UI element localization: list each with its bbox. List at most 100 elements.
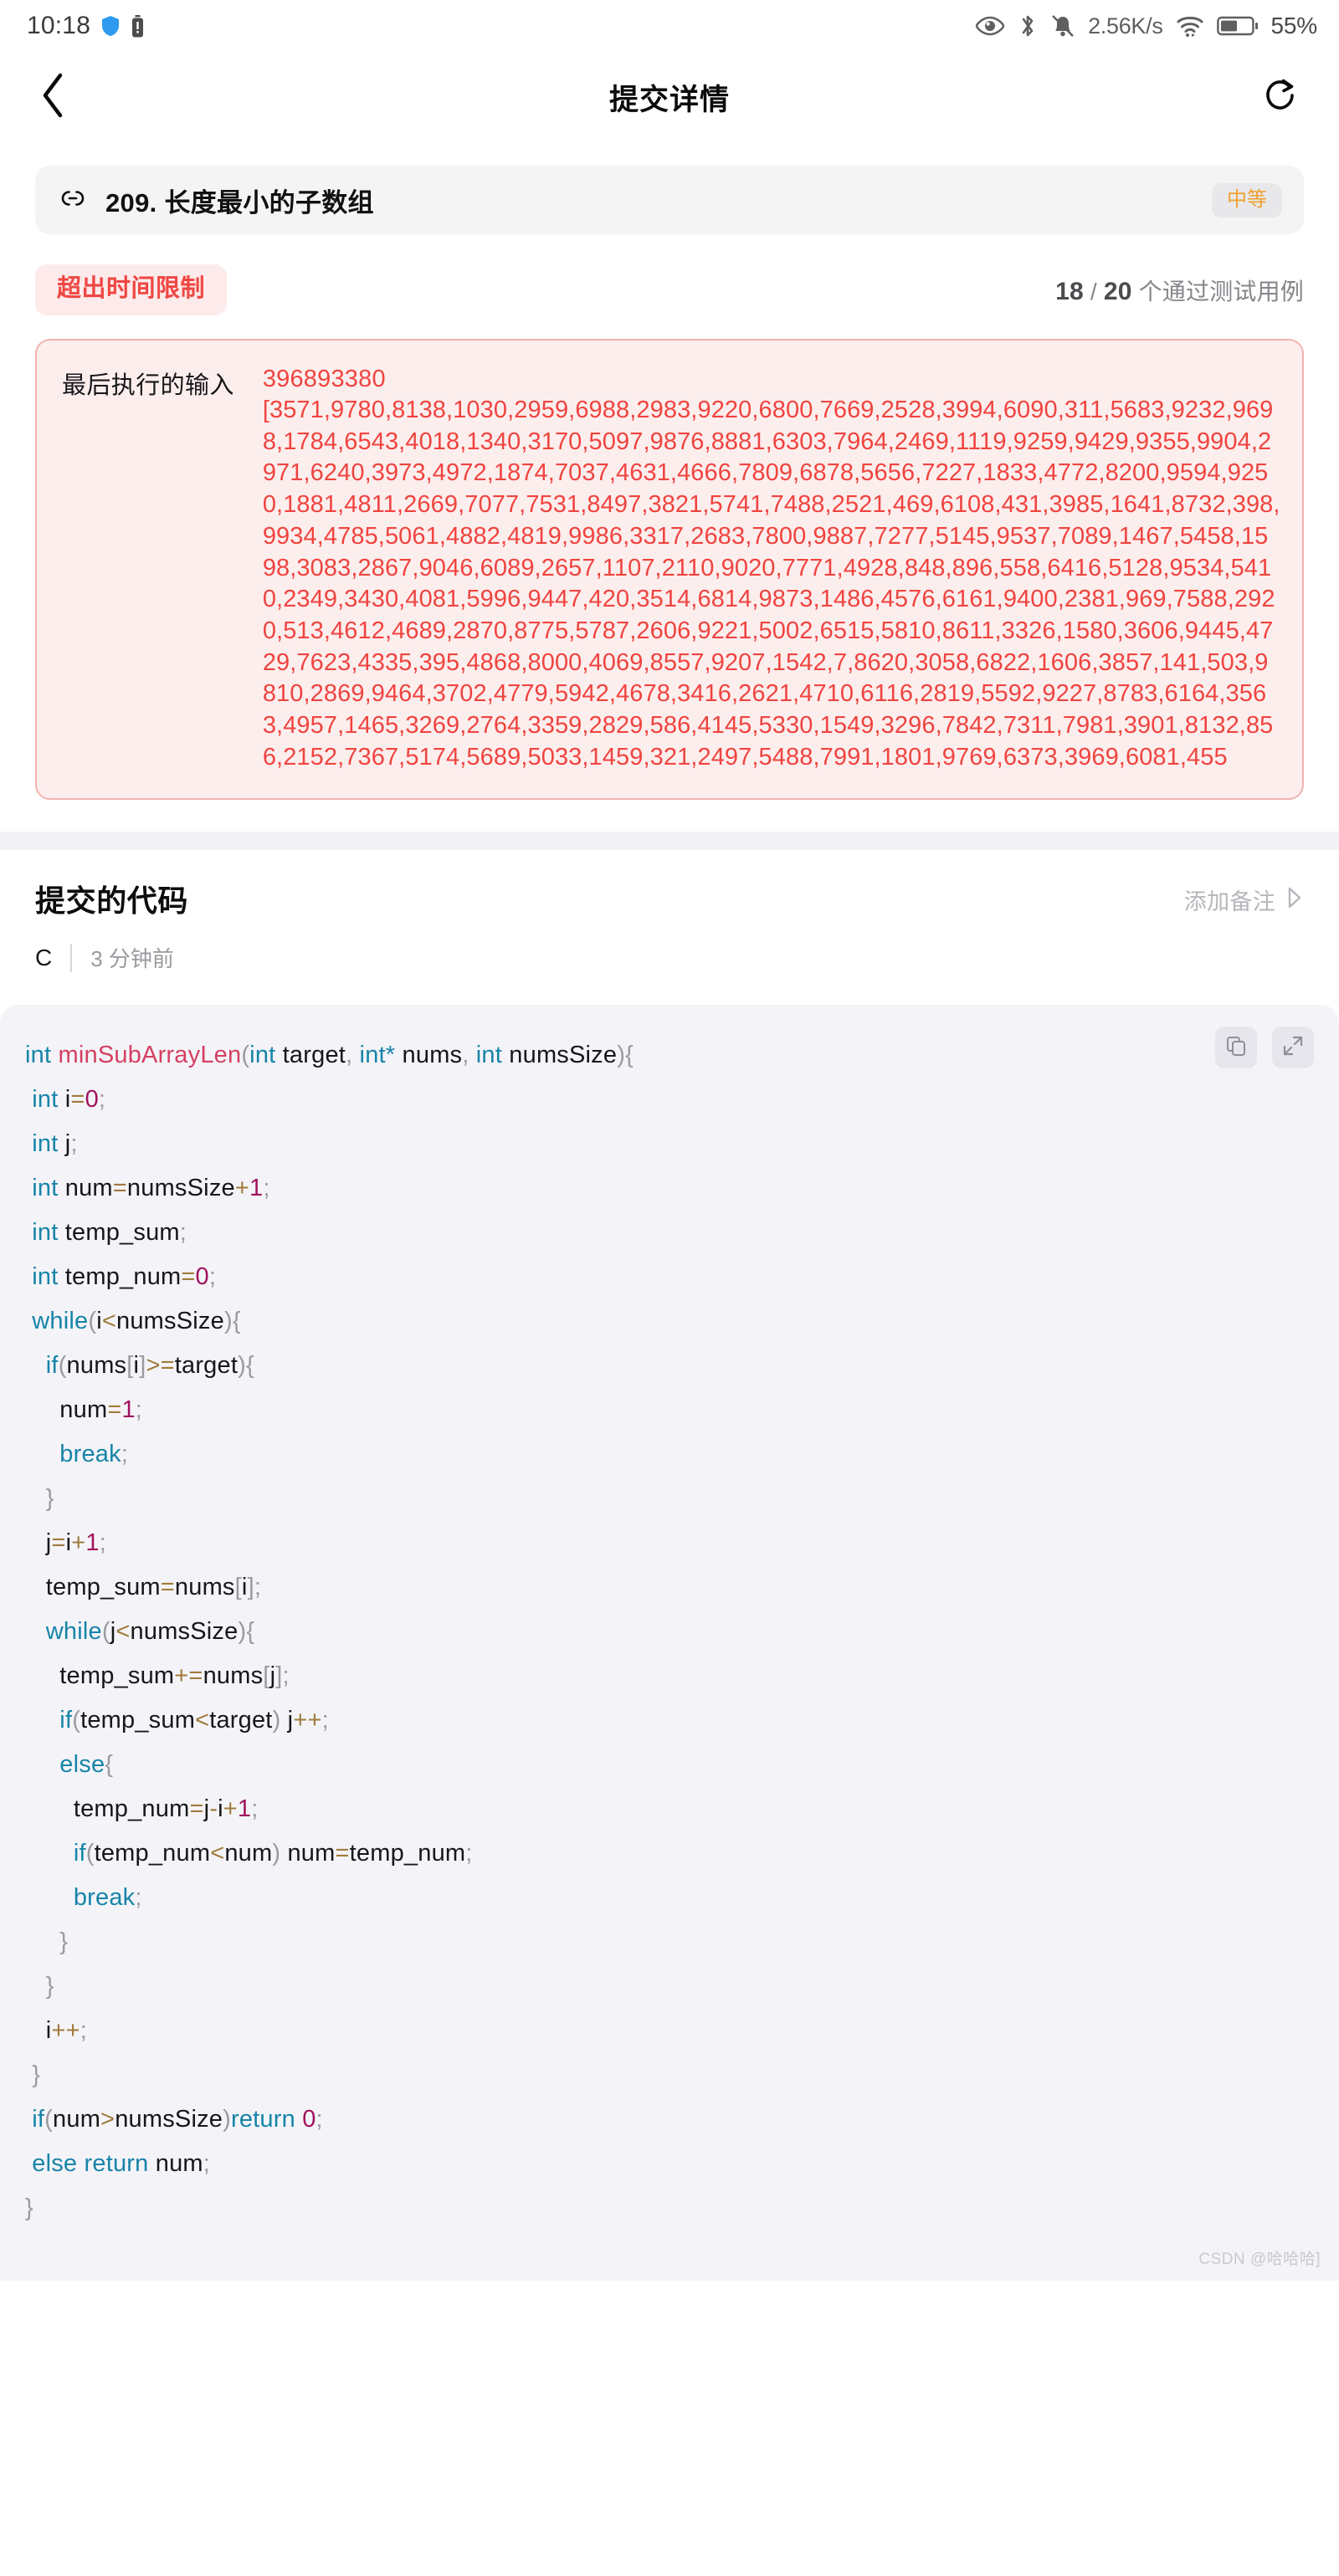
code-token: } (25, 2194, 33, 2222)
code-token: { (625, 1042, 634, 1069)
code-token: i (96, 1308, 102, 1335)
code-token: nums (66, 1352, 127, 1380)
chevron-left-icon (38, 72, 67, 123)
code-token: ; (321, 1707, 329, 1734)
code-token: ; (70, 1130, 78, 1158)
code-token: nums (203, 1662, 264, 1690)
code-token: temp_num (73, 1795, 190, 1823)
code-section-header: 提交的代码 添加备注 (35, 877, 1304, 920)
code-token: - (209, 1795, 218, 1823)
code-token: j (280, 1707, 294, 1734)
code-token: temp_num (349, 1840, 466, 1867)
code-line: if(temp_sum<target) j++; (25, 1698, 1314, 1743)
code-line: } (25, 1964, 1314, 2009)
code-token: num (155, 2150, 203, 2178)
code-token: } (59, 1928, 69, 1956)
code-token: 0 (85, 1086, 99, 1114)
code-token: ; (251, 1795, 259, 1823)
code-language: C (35, 944, 53, 970)
code-token: numsSize (130, 1618, 239, 1646)
bell-off-icon (1050, 13, 1075, 39)
status-badge: 超出时间限制 (35, 264, 228, 315)
code-token: temp_sum (59, 1662, 175, 1690)
code-token: nums (395, 1042, 463, 1069)
last-input-array: [3571,9780,8138,1030,2959,6988,2983,9220… (262, 397, 1280, 771)
code-token: num (59, 1396, 108, 1424)
code-token: < (210, 1840, 225, 1867)
problem-card-left: 209. 长度最小的子数组 (59, 182, 374, 219)
code-token: int (32, 1130, 65, 1158)
add-note-button[interactable]: 添加备注 (1184, 877, 1304, 916)
code-token: numsSize (116, 1308, 224, 1335)
status-bar: 10:18 2.56K/s 55% (0, 0, 1339, 52)
back-button[interactable] (23, 68, 82, 126)
code-line: j=i+1; (25, 1521, 1314, 1565)
code-line: } (25, 1477, 1314, 1521)
code-token: ) (272, 1840, 281, 1867)
code-token: else (59, 1751, 105, 1779)
code-line: } (25, 2053, 1314, 2097)
code-token: ; (135, 1884, 142, 1912)
code-timestamp: 3 分钟前 (90, 946, 174, 972)
code-token: ; (282, 1662, 290, 1690)
page-title: 提交详情 (608, 83, 730, 116)
code-token: ++ (293, 1707, 322, 1734)
code-token: i (241, 1574, 248, 1601)
code-token: = (189, 1795, 204, 1823)
battery-percent: 55% (1270, 13, 1318, 38)
code-token: < (115, 1618, 131, 1646)
code-content[interactable]: int minSubArrayLen(int target, int* nums… (25, 1033, 1314, 2230)
code-token: 1 (249, 1175, 264, 1202)
copy-icon (1225, 1035, 1247, 1061)
status-bar-left: 10:18 (27, 12, 145, 40)
refresh-button[interactable] (1252, 68, 1311, 126)
code-token: [ (234, 1574, 242, 1601)
code-token: break (73, 1884, 136, 1912)
section-divider (0, 832, 1339, 851)
code-token: ; (263, 1175, 270, 1202)
code-token: + (234, 1175, 249, 1202)
code-token: 0 (302, 2106, 316, 2133)
code-token: } (45, 1973, 54, 2000)
problem-card[interactable]: 209. 长度最小的子数组 中等 (35, 166, 1304, 234)
code-token: = (112, 1175, 127, 1202)
code-token: nums (174, 1574, 235, 1601)
code-token: ) (223, 1308, 233, 1335)
code-line: while(j<numsSize){ (25, 1610, 1314, 1654)
code-token: int* (352, 1042, 396, 1069)
copy-code-button[interactable] (1215, 1027, 1257, 1069)
code-token: ( (88, 1308, 97, 1335)
code-action-buttons (1215, 1027, 1314, 1069)
code-token: ; (98, 1086, 106, 1114)
code-token: { (232, 1308, 241, 1335)
expand-code-button[interactable] (1272, 1027, 1314, 1069)
code-token: target (282, 1042, 346, 1069)
code-token: int (25, 1042, 59, 1069)
code-token: ; (99, 1529, 106, 1557)
code-token: int (249, 1042, 283, 1069)
code-token: + (71, 1529, 86, 1557)
battery-icon (1216, 14, 1259, 38)
refresh-icon (1263, 76, 1300, 119)
difficulty-badge: 中等 (1212, 182, 1282, 218)
code-line: else{ (25, 1743, 1314, 1787)
code-token: if (45, 1352, 59, 1380)
code-token: 0 (195, 1263, 209, 1291)
code-block: int minSubArrayLen(int target, int* nums… (0, 1005, 1339, 2282)
code-line: else return num; (25, 2142, 1314, 2186)
testcase-summary: 18 / 20 个通过测试用例 (1055, 274, 1304, 307)
code-token: while (45, 1618, 102, 1646)
code-token: ; (80, 2017, 87, 2045)
code-token: = (181, 1263, 196, 1291)
bluetooth-icon (1018, 13, 1038, 39)
code-line: if(nums[i]>=target){ (25, 1344, 1314, 1388)
